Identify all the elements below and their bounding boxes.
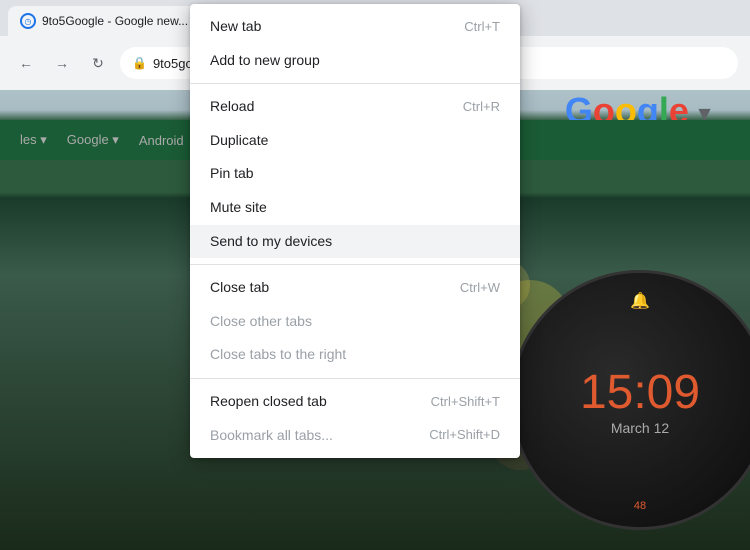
- reload-button[interactable]: ↻: [84, 49, 112, 77]
- menu-item-close-other-tabs: Close other tabs: [190, 305, 520, 339]
- nav-item-3[interactable]: Android: [139, 133, 184, 148]
- menu-label-duplicate: Duplicate: [210, 131, 268, 151]
- tab-title: 9to5Google - Google new...: [42, 14, 188, 28]
- back-button[interactable]: ←: [12, 49, 40, 77]
- clock-widget: 15:09 March 12 7° 🔔 48: [510, 270, 750, 530]
- menu-item-close-tabs-right: Close tabs to the right: [190, 338, 520, 372]
- menu-label-new-tab: New tab: [210, 17, 261, 37]
- bell-icon: 🔔: [630, 291, 650, 311]
- menu-item-reopen-closed[interactable]: Reopen closed tab Ctrl+Shift+T: [190, 385, 520, 419]
- menu-item-mute-site[interactable]: Mute site: [190, 191, 520, 225]
- menu-shortcut-new-tab: Ctrl+T: [464, 18, 500, 36]
- menu-shortcut-reopen-closed: Ctrl+Shift+T: [431, 393, 500, 411]
- menu-label-add-to-group: Add to new group: [210, 51, 320, 71]
- menu-divider: [190, 264, 520, 265]
- nav-item-1[interactable]: les ▾: [20, 132, 47, 148]
- menu-item-reload[interactable]: Reload Ctrl+R: [190, 90, 520, 124]
- menu-item-bookmark-all: Bookmark all tabs... Ctrl+Shift+D: [190, 419, 520, 453]
- menu-item-send-to-devices[interactable]: Send to my devices: [190, 225, 520, 259]
- menu-label-reopen-closed: Reopen closed tab: [210, 392, 327, 412]
- nav-item-2[interactable]: Google ▾: [67, 132, 119, 148]
- clock-date: March 12: [611, 420, 669, 436]
- menu-divider: [190, 83, 520, 84]
- menu-label-close-tabs-right: Close tabs to the right: [210, 345, 346, 365]
- menu-item-add-to-group[interactable]: Add to new group: [190, 44, 520, 78]
- menu-item-new-tab[interactable]: New tab Ctrl+T: [190, 10, 520, 44]
- menu-label-bookmark-all: Bookmark all tabs...: [210, 426, 333, 446]
- menu-item-close-tab[interactable]: Close tab Ctrl+W: [190, 271, 520, 305]
- clock-temp: 7°: [726, 293, 737, 305]
- lock-icon: 🔒: [132, 56, 147, 70]
- forward-button[interactable]: →: [48, 49, 76, 77]
- menu-label-reload: Reload: [210, 97, 254, 117]
- menu-divider: [190, 378, 520, 379]
- clock-indicator: 48: [634, 500, 646, 512]
- menu-label-pin-tab: Pin tab: [210, 164, 254, 184]
- menu-item-duplicate[interactable]: Duplicate: [190, 124, 520, 158]
- menu-shortcut-bookmark-all: Ctrl+Shift+D: [429, 426, 500, 444]
- context-menu: New tab Ctrl+T Add to new group Reload Ctrl+…: [190, 4, 520, 458]
- menu-label-mute-site: Mute site: [210, 198, 267, 218]
- clock-time: 15:09: [580, 365, 700, 420]
- menu-label-close-other-tabs: Close other tabs: [210, 312, 312, 332]
- menu-shortcut-reload: Ctrl+R: [463, 98, 500, 116]
- menu-shortcut-close-tab: Ctrl+W: [460, 279, 500, 297]
- tab-favicon: ◷: [20, 13, 36, 29]
- menu-label-close-tab: Close tab: [210, 278, 269, 298]
- menu-label-send-to-devices: Send to my devices: [210, 232, 332, 252]
- menu-item-pin-tab[interactable]: Pin tab: [190, 157, 520, 191]
